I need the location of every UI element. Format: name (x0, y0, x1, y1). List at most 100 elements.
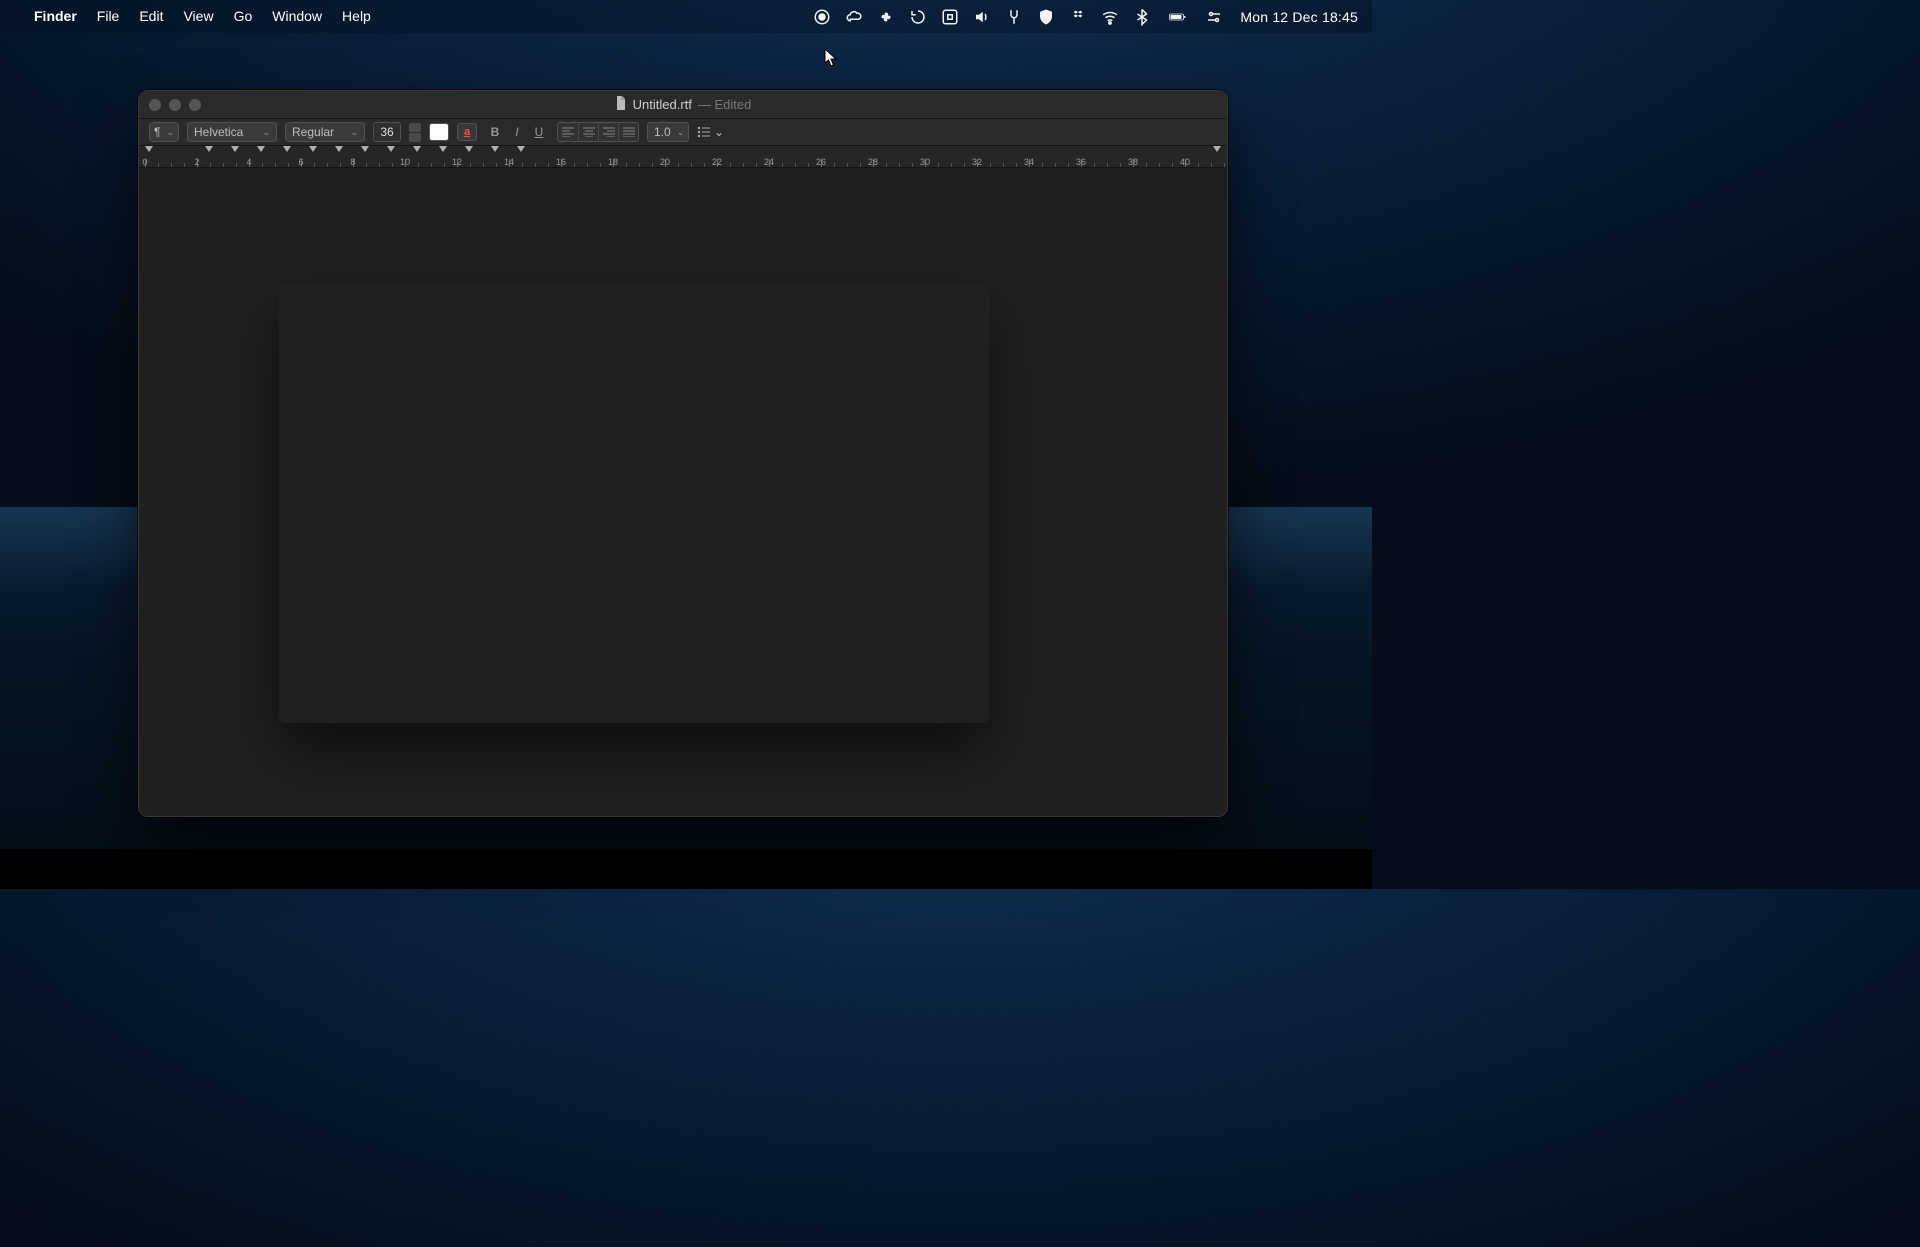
ruler-right-indent[interactable] (1213, 146, 1221, 152)
chevron-down-icon: ⌄ (262, 127, 270, 138)
menu-help[interactable]: Help (332, 0, 381, 33)
textedit-window: Untitled.rtf — Edited ¶ ⌄ Helvetica ⌄ Re… (138, 90, 1228, 817)
ruler-tab-marker[interactable] (335, 146, 343, 152)
font-size-field[interactable]: 36 (373, 122, 401, 142)
menubar: Finder File Edit View Go Window Help Mon… (0, 0, 1372, 33)
font-family-dropdown[interactable]: Helvetica ⌄ (187, 122, 277, 142)
battery-icon[interactable] (1160, 0, 1196, 33)
chevron-updown-icon: ⌄ (677, 127, 685, 138)
document-icon (615, 96, 627, 113)
ghost-subwindow (279, 283, 989, 723)
record-icon[interactable] (808, 0, 836, 33)
ruler-tab-marker[interactable] (205, 146, 213, 152)
bold-button[interactable]: B (485, 122, 505, 142)
ruler-label: 16 (556, 157, 566, 167)
highlight-color-swatch[interactable]: a (457, 123, 477, 141)
traffic-minimize[interactable] (169, 99, 181, 111)
format-toolbar: ¶ ⌄ Helvetica ⌄ Regular ⌄ 36 a B I U (139, 119, 1227, 146)
wifi-icon[interactable] (1096, 0, 1124, 33)
ruler-tab-marker[interactable] (257, 146, 265, 152)
line-spacing-value: 1.0 (654, 125, 671, 139)
ruler-label: 14 (504, 157, 514, 167)
ruler-label: 36 (1076, 157, 1086, 167)
volume-icon[interactable] (968, 0, 996, 33)
ruler-tab-marker[interactable] (517, 146, 525, 152)
chevron-down-icon: ⌄ (714, 125, 724, 139)
menubar-status-area: Mon 12 Dec 18:45 (808, 0, 1358, 33)
highlight-sample: a (464, 126, 470, 138)
ruler-label: 0 (142, 157, 147, 167)
ruler-tab-marker[interactable] (309, 146, 317, 152)
tuning-fork-icon[interactable] (1000, 0, 1028, 33)
bluetooth-icon[interactable] (1128, 0, 1156, 33)
ruler-label: 40 (1180, 157, 1190, 167)
ruler-label: 24 (764, 157, 774, 167)
menu-edit[interactable]: Edit (129, 0, 173, 33)
list-style-dropdown[interactable]: ⌄ (697, 125, 724, 139)
loop-icon[interactable] (904, 0, 932, 33)
app-menu[interactable]: Finder (24, 0, 87, 33)
ruler-tab-marker[interactable] (491, 146, 499, 152)
ruler-label: 38 (1128, 157, 1138, 167)
ruler-tab-marker[interactable] (387, 146, 395, 152)
ruler-label: 32 (972, 157, 982, 167)
ruler-tab-marker[interactable] (283, 146, 291, 152)
traffic-zoom[interactable] (189, 99, 201, 111)
ruler-label: 26 (816, 157, 826, 167)
shield-icon[interactable] (1032, 0, 1060, 33)
underline-button[interactable]: U (529, 122, 549, 142)
text-color-swatch[interactable] (429, 123, 449, 141)
ruler-left-indent[interactable] (145, 146, 153, 152)
command-icon[interactable] (936, 0, 964, 33)
document-editor[interactable] (139, 168, 1227, 816)
line-spacing-dropdown[interactable]: 1.0 ⌄ (647, 122, 689, 142)
chevron-down-icon: ⌄ (166, 127, 174, 138)
font-family-value: Helvetica (194, 125, 243, 139)
ruler-tab-marker[interactable] (413, 146, 421, 152)
font-style-value: Regular (292, 125, 334, 139)
ruler-label: 6 (298, 157, 303, 167)
ruler-tab-marker[interactable] (361, 146, 369, 152)
alignment-group (557, 122, 639, 142)
ruler-tab-marker[interactable] (465, 146, 473, 152)
ruler[interactable]: 0246810121416182022242628303234363840 (139, 146, 1227, 168)
mouse-cursor (824, 48, 838, 68)
menu-view[interactable]: View (173, 0, 223, 33)
menu-file[interactable]: File (87, 0, 130, 33)
ruler-label: 28 (868, 157, 878, 167)
ruler-label: 8 (350, 157, 355, 167)
ruler-tab-marker[interactable] (439, 146, 447, 152)
cloud-sync-icon[interactable] (840, 0, 868, 33)
stepper-up[interactable] (409, 123, 421, 132)
control-center-icon[interactable] (1200, 0, 1228, 33)
font-size-value: 36 (380, 125, 393, 139)
letterbox-bottom (0, 849, 1372, 889)
ruler-label: 20 (660, 157, 670, 167)
menubar-clock[interactable]: Mon 12 Dec 18:45 (1232, 9, 1358, 25)
align-justify-button[interactable] (618, 123, 638, 141)
ruler-label: 2 (194, 157, 199, 167)
ruler-label: 22 (712, 157, 722, 167)
window-edited-status: — Edited (698, 97, 751, 112)
traffic-close[interactable] (149, 99, 161, 111)
align-left-button[interactable] (558, 123, 578, 141)
stepper-down[interactable] (409, 133, 421, 142)
ruler-label: 34 (1024, 157, 1034, 167)
align-right-button[interactable] (598, 123, 618, 141)
ruler-tab-marker[interactable] (231, 146, 239, 152)
paragraph-style-dropdown[interactable]: ¶ ⌄ (149, 122, 179, 142)
chevron-down-icon: ⌄ (350, 127, 358, 138)
ruler-label: 18 (608, 157, 618, 167)
ruler-label: 30 (920, 157, 930, 167)
ruler-label: 10 (400, 157, 410, 167)
italic-button[interactable]: I (507, 122, 527, 142)
ruler-label: 4 (246, 157, 251, 167)
dropbox-icon[interactable] (1064, 0, 1092, 33)
fan-icon[interactable] (872, 0, 900, 33)
menu-go[interactable]: Go (224, 0, 263, 33)
menu-window[interactable]: Window (262, 0, 332, 33)
titlebar[interactable]: Untitled.rtf — Edited (139, 91, 1227, 119)
align-center-button[interactable] (578, 123, 598, 141)
font-style-dropdown[interactable]: Regular ⌄ (285, 122, 365, 142)
font-size-stepper[interactable] (409, 123, 421, 142)
